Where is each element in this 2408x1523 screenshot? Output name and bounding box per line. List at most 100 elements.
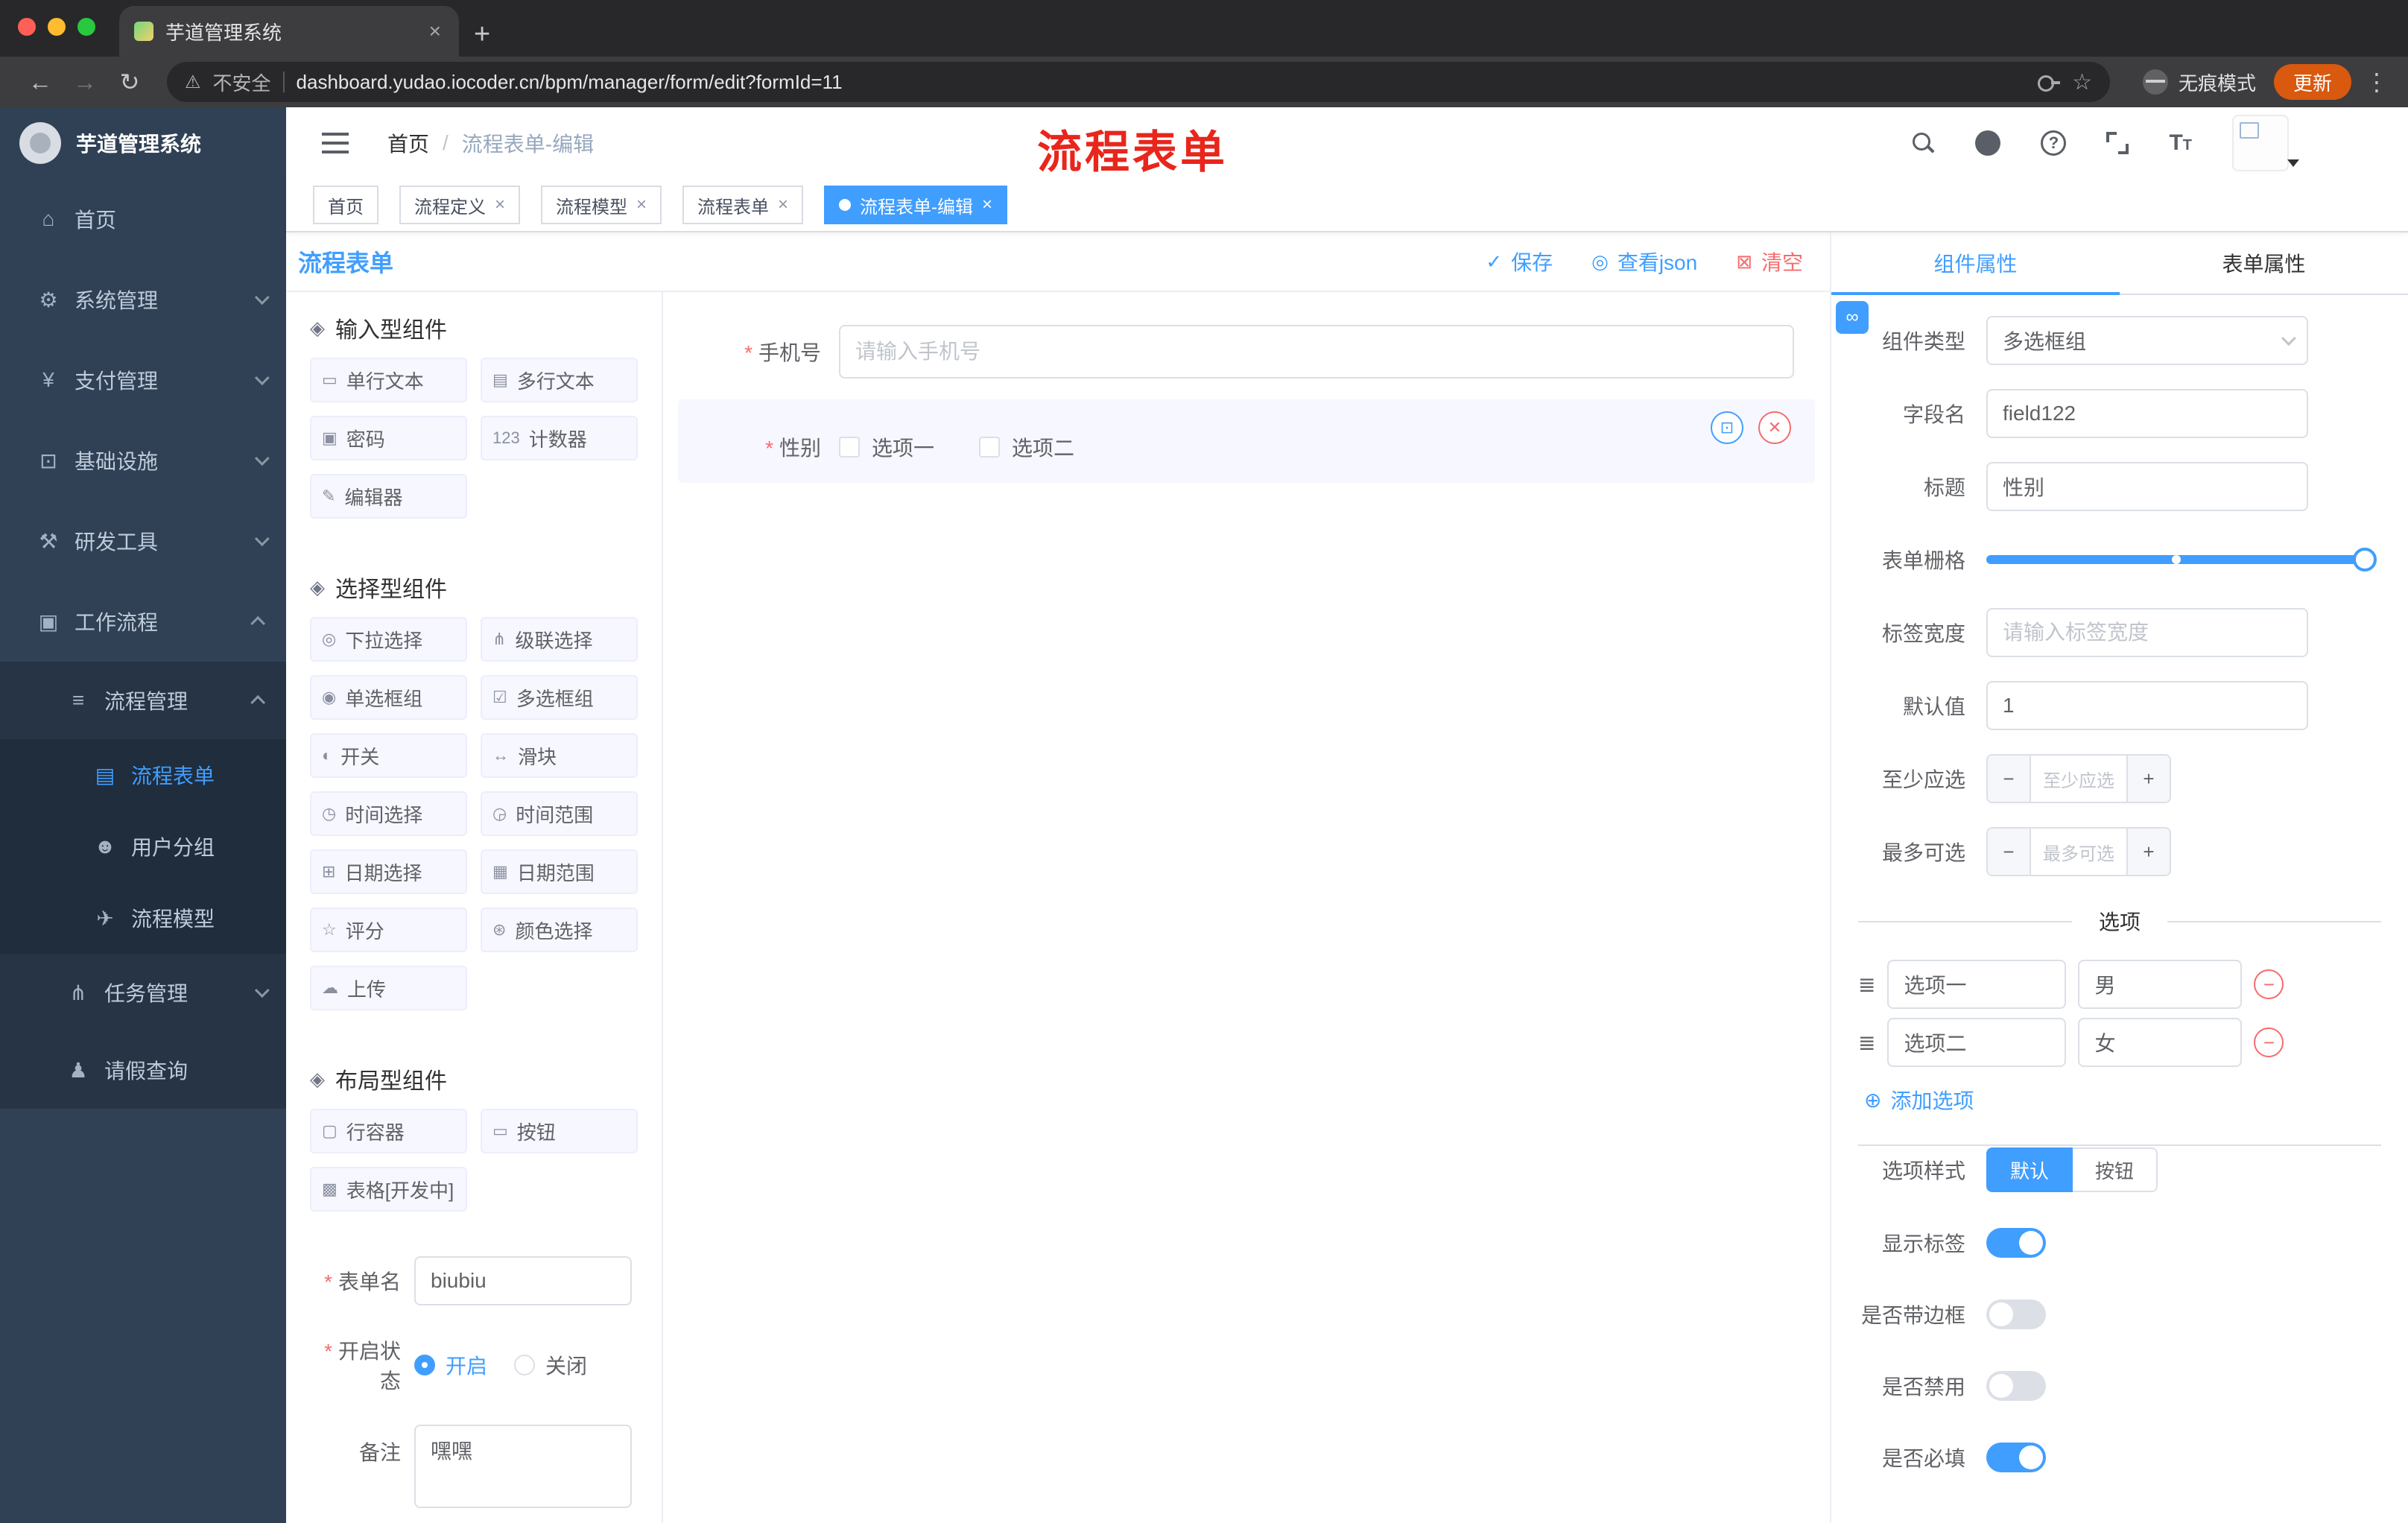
show-label-toggle[interactable] bbox=[1986, 1228, 2046, 1258]
sidebar-item-task-mgmt[interactable]: ⋔ 任务管理 bbox=[0, 954, 286, 1031]
chip-row-container[interactable]: ▢ 行容器 bbox=[310, 1109, 467, 1153]
chip-counter[interactable]: 123 计数器 bbox=[481, 416, 638, 460]
required-toggle[interactable] bbox=[1986, 1443, 2046, 1472]
chip-upload[interactable]: ☁ 上传 bbox=[310, 966, 467, 1010]
tab-component-props[interactable]: 组件属性 bbox=[1831, 232, 2120, 295]
checkbox-icon[interactable] bbox=[839, 437, 860, 457]
sidebar-item-workflow[interactable]: ▣ 工作流程 bbox=[0, 581, 286, 662]
component-type-select[interactable]: 多选框组 bbox=[1986, 316, 2308, 365]
option-2-label-input[interactable] bbox=[1887, 1018, 2067, 1067]
add-option-button[interactable]: ⊕ 添加选项 bbox=[1864, 1085, 2381, 1115]
tag-process-model[interactable]: 流程模型 × bbox=[541, 186, 662, 224]
disabled-toggle[interactable] bbox=[1986, 1371, 2046, 1401]
tag-process-form[interactable]: 流程表单 × bbox=[682, 186, 804, 224]
chip-cascader[interactable]: ⋔ 级联选择 bbox=[481, 617, 638, 662]
reload-icon[interactable]: ↻ bbox=[107, 68, 152, 96]
fullscreen-icon[interactable] bbox=[2106, 132, 2129, 154]
sidebar-item-devtools[interactable]: ⚒ 研发工具 bbox=[0, 501, 286, 581]
slider-handle[interactable] bbox=[2353, 548, 2377, 571]
close-icon[interactable]: × bbox=[495, 194, 505, 215]
sidebar-item-user-group[interactable]: ☻ 用户分组 bbox=[0, 811, 286, 882]
sidebar-item-system[interactable]: ⚙ 系统管理 bbox=[0, 259, 286, 340]
drag-handle-icon[interactable]: ≣ bbox=[1858, 972, 1875, 997]
sidebar-item-process-form[interactable]: ▤ 流程表单 bbox=[0, 739, 286, 811]
remove-option-button[interactable]: − bbox=[2254, 969, 2284, 999]
back-icon[interactable]: ← bbox=[18, 69, 63, 96]
chip-switch[interactable]: ◐ 开关 bbox=[310, 733, 467, 778]
chip-button[interactable]: ▭ 按钮 bbox=[481, 1109, 638, 1153]
radio-open[interactable]: 开启 bbox=[414, 1350, 487, 1380]
min-stepper-placeholder[interactable]: 至少应选 bbox=[2031, 756, 2126, 802]
decrease-button[interactable]: − bbox=[1988, 829, 2031, 875]
sidebar-item-leave-query[interactable]: ♟ 请假查询 bbox=[0, 1031, 286, 1109]
save-button[interactable]: ✓ 保存 bbox=[1486, 247, 1553, 276]
gender-option-2[interactable]: 选项二 bbox=[979, 432, 1074, 462]
link-icon[interactable]: ∞ bbox=[1836, 301, 1869, 334]
chip-rate[interactable]: ☆ 评分 bbox=[310, 908, 467, 952]
field-name-input[interactable] bbox=[1986, 389, 2308, 438]
max-stepper-placeholder[interactable]: 最多可选 bbox=[2031, 829, 2126, 875]
close-icon[interactable]: × bbox=[778, 194, 788, 215]
browser-tab[interactable]: 芋道管理系统 × bbox=[119, 6, 459, 57]
grid-slider[interactable] bbox=[1986, 535, 2381, 584]
checkbox-icon[interactable] bbox=[979, 437, 1001, 457]
option-1-value-input[interactable] bbox=[2078, 960, 2243, 1009]
increase-button[interactable]: + bbox=[2126, 829, 2170, 875]
chip-editor[interactable]: ✎ 编辑器 bbox=[310, 474, 467, 519]
forward-icon[interactable]: → bbox=[63, 69, 107, 96]
view-json-button[interactable]: ◎ 查看json bbox=[1591, 247, 1697, 276]
sidebar-item-process-model[interactable]: ✈ 流程模型 bbox=[0, 882, 286, 954]
minimize-window-button[interactable] bbox=[48, 18, 66, 36]
chip-date-range[interactable]: ▦ 日期范围 bbox=[481, 849, 638, 894]
close-icon[interactable]: × bbox=[982, 194, 992, 215]
font-size-icon[interactable]: TT bbox=[2169, 130, 2192, 156]
title-input[interactable] bbox=[1986, 462, 2308, 511]
phone-input[interactable] bbox=[839, 325, 1794, 379]
browser-menu-icon[interactable]: ⋮ bbox=[2363, 68, 2390, 96]
increase-button[interactable]: + bbox=[2126, 756, 2170, 802]
sidebar-item-payment[interactable]: ¥ 支付管理 bbox=[0, 340, 286, 420]
avatar[interactable] bbox=[2232, 115, 2299, 171]
tag-process-definition[interactable]: 流程定义 × bbox=[399, 186, 521, 224]
chip-color-picker[interactable]: ⊛ 颜色选择 bbox=[481, 908, 638, 952]
breadcrumb-home[interactable]: 首页 bbox=[387, 128, 429, 158]
form-name-input[interactable] bbox=[414, 1256, 632, 1305]
widget-gender-selected[interactable]: ⊡ ✕ 性别 选项一 bbox=[678, 399, 1815, 483]
widget-phone[interactable]: 手机号 bbox=[678, 313, 1815, 390]
delete-widget-button[interactable]: ✕ bbox=[1758, 411, 1791, 444]
sidebar-item-process-mgmt[interactable]: ≡ 流程管理 bbox=[0, 662, 286, 739]
gender-option-1[interactable]: 选项一 bbox=[839, 432, 934, 462]
form-remark-textarea[interactable]: 嘿嘿 bbox=[414, 1425, 632, 1508]
border-toggle[interactable] bbox=[1986, 1299, 2046, 1329]
close-window-button[interactable] bbox=[18, 18, 36, 36]
chip-date-picker[interactable]: ⊞ 日期选择 bbox=[310, 849, 467, 894]
tag-process-form-edit[interactable]: 流程表单-编辑 × bbox=[824, 186, 1008, 224]
chip-time-range[interactable]: ◶ 时间范围 bbox=[481, 791, 638, 836]
search-icon[interactable] bbox=[1911, 131, 1935, 155]
tab-form-props[interactable]: 表单属性 bbox=[2120, 232, 2408, 294]
clear-button[interactable]: ⊠ 清空 bbox=[1736, 247, 1803, 276]
style-button-button[interactable]: 按钮 bbox=[2073, 1147, 2158, 1192]
new-tab-button[interactable]: + bbox=[459, 19, 505, 57]
bookmark-star-icon[interactable]: ☆ bbox=[2072, 69, 2092, 95]
form-canvas[interactable]: 手机号 ⊡ ✕ 性别 bbox=[663, 292, 1830, 1523]
option-1-label-input[interactable] bbox=[1887, 960, 2067, 1009]
close-icon[interactable]: × bbox=[636, 194, 647, 215]
chip-single-line-text[interactable]: ▭ 单行文本 bbox=[310, 358, 467, 402]
close-tab-icon[interactable]: × bbox=[426, 19, 444, 43]
chip-time-picker[interactable]: ◷ 时间选择 bbox=[310, 791, 467, 836]
help-icon[interactable]: ? bbox=[2041, 130, 2067, 156]
tag-home[interactable]: 首页 bbox=[313, 186, 378, 224]
chip-password[interactable]: ▣ 密码 bbox=[310, 416, 467, 460]
password-manager-icon[interactable] bbox=[2038, 75, 2061, 92]
address-bar[interactable]: ⚠ 不安全 dashboard.yudao.iocoder.cn/bpm/man… bbox=[167, 62, 2110, 102]
chip-multi-line-text[interactable]: ▤ 多行文本 bbox=[481, 358, 638, 402]
github-icon[interactable] bbox=[1975, 130, 2001, 156]
browser-update-button[interactable]: 更新 bbox=[2273, 64, 2351, 100]
label-width-input[interactable] bbox=[1986, 608, 2308, 657]
chip-slider[interactable]: ↔ 滑块 bbox=[481, 733, 638, 778]
remove-option-button[interactable]: − bbox=[2254, 1028, 2284, 1057]
option-2-value-input[interactable] bbox=[2078, 1018, 2243, 1067]
sidebar-item-home[interactable]: ⌂ 首页 bbox=[0, 179, 286, 259]
chip-checkbox-group[interactable]: ☑ 多选框组 bbox=[481, 675, 638, 720]
